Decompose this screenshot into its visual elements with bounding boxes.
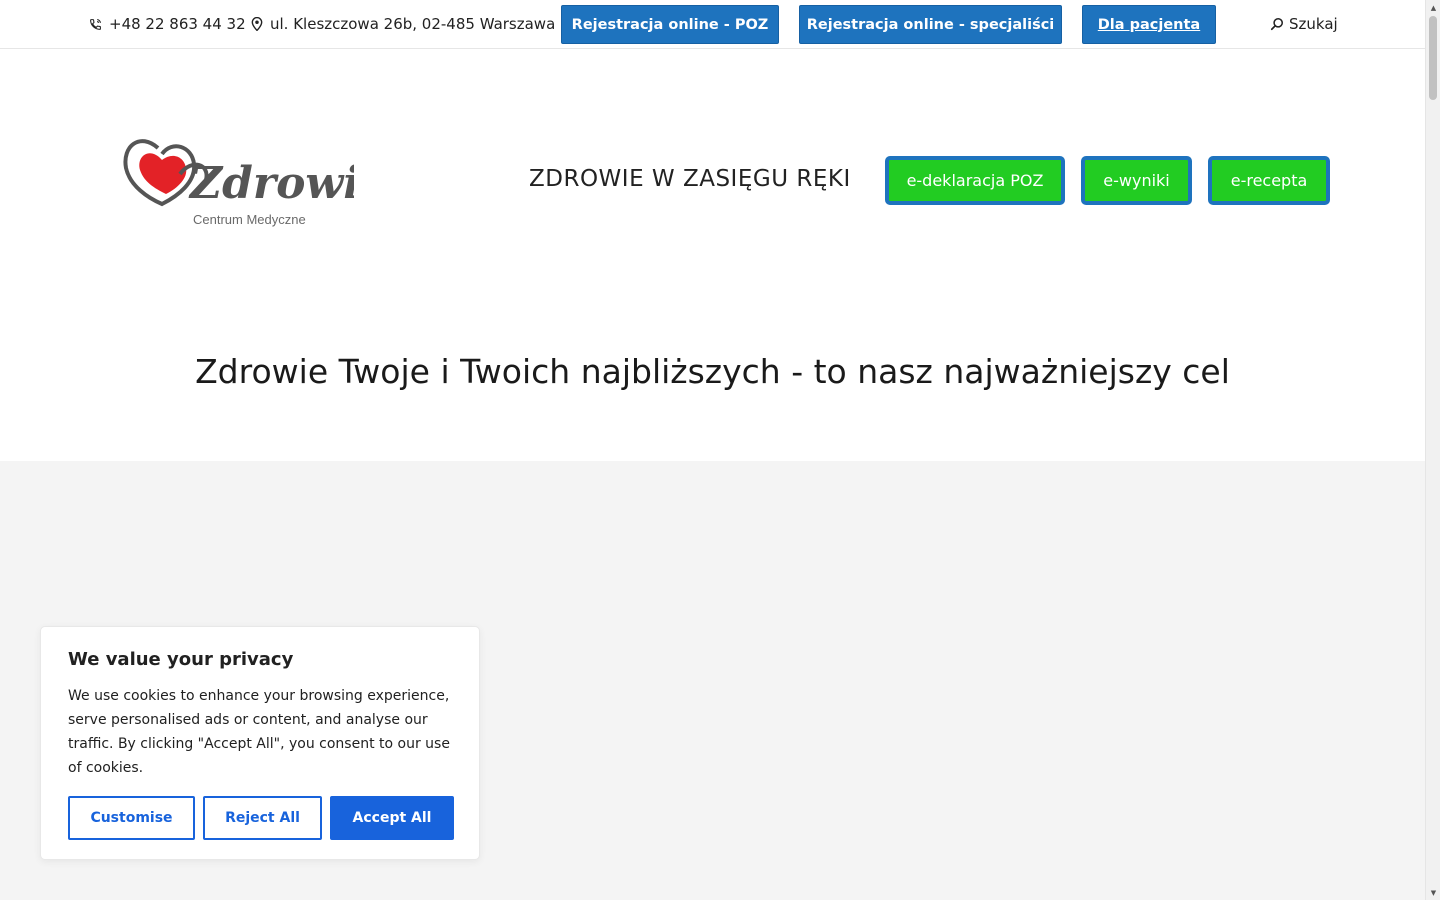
page-scrollbar[interactable]: ▲ ▼: [1425, 0, 1440, 900]
e-results-button[interactable]: e-wyniki: [1081, 156, 1192, 205]
tagline: ZDROWIE W ZASIĘGU RĘKI: [529, 166, 851, 192]
reject-all-button[interactable]: Reject All: [203, 796, 322, 840]
phone-number: +48 22 863 44 32: [109, 15, 246, 33]
cookie-title: We value your privacy: [68, 649, 294, 670]
phone-icon: [90, 18, 101, 30]
registration-poz-button[interactable]: Rejestracja online - POZ: [561, 5, 779, 44]
search-button[interactable]: Szukaj: [1270, 0, 1338, 48]
address-text: ul. Kleszczowa 26b, 02-485 Warszawa: [270, 15, 556, 33]
logo-word: Zdrowie: [188, 158, 354, 209]
scroll-up-icon[interactable]: ▲: [1426, 0, 1440, 15]
customise-button[interactable]: Customise: [68, 796, 195, 840]
logo-subtitle: Centrum Medyczne: [193, 212, 306, 227]
registration-specialists-label: Rejestracja online - specjaliści: [806, 16, 1055, 33]
cookie-text: We use cookies to enhance your browsing …: [68, 688, 450, 776]
e-results-label: e-wyniki: [1103, 171, 1170, 190]
scrollbar-thumb[interactable]: [1429, 16, 1437, 100]
phone-contact[interactable]: +48 22 863 44 32: [89, 0, 246, 48]
page: +48 22 863 44 32 ul. Kleszczowa 26b, 02-…: [0, 0, 1440, 900]
hero-title: Zdrowie Twoje i Twoich najbliższych - to…: [195, 352, 1230, 391]
location-pin-icon: [251, 17, 263, 31]
e-prescription-label: e-recepta: [1230, 171, 1308, 190]
cookie-consent-dialog: We value your privacy We use cookies to …: [40, 626, 480, 860]
e-declaration-label: e-deklaracja POZ: [906, 171, 1044, 190]
search-label: Szukaj: [1289, 15, 1338, 33]
top-bar: +48 22 863 44 32 ul. Kleszczowa 26b, 02-…: [0, 0, 1425, 49]
scroll-down-icon[interactable]: ▼: [1426, 885, 1440, 900]
accept-all-button[interactable]: Accept All: [330, 796, 454, 840]
for-patient-button[interactable]: Dla pacjenta: [1082, 5, 1216, 44]
registration-poz-label: Rejestracja online - POZ: [571, 16, 769, 33]
address-contact[interactable]: ul. Kleszczowa 26b, 02-485 Warszawa: [251, 0, 555, 48]
search-icon: [1270, 17, 1284, 31]
e-prescription-button[interactable]: e-recepta: [1208, 156, 1330, 205]
for-patient-label: Dla pacjenta: [1097, 16, 1201, 33]
e-declaration-button[interactable]: e-deklaracja POZ: [885, 156, 1065, 205]
registration-specialists-button[interactable]: Rejestracja online - specjaliści: [799, 5, 1062, 44]
